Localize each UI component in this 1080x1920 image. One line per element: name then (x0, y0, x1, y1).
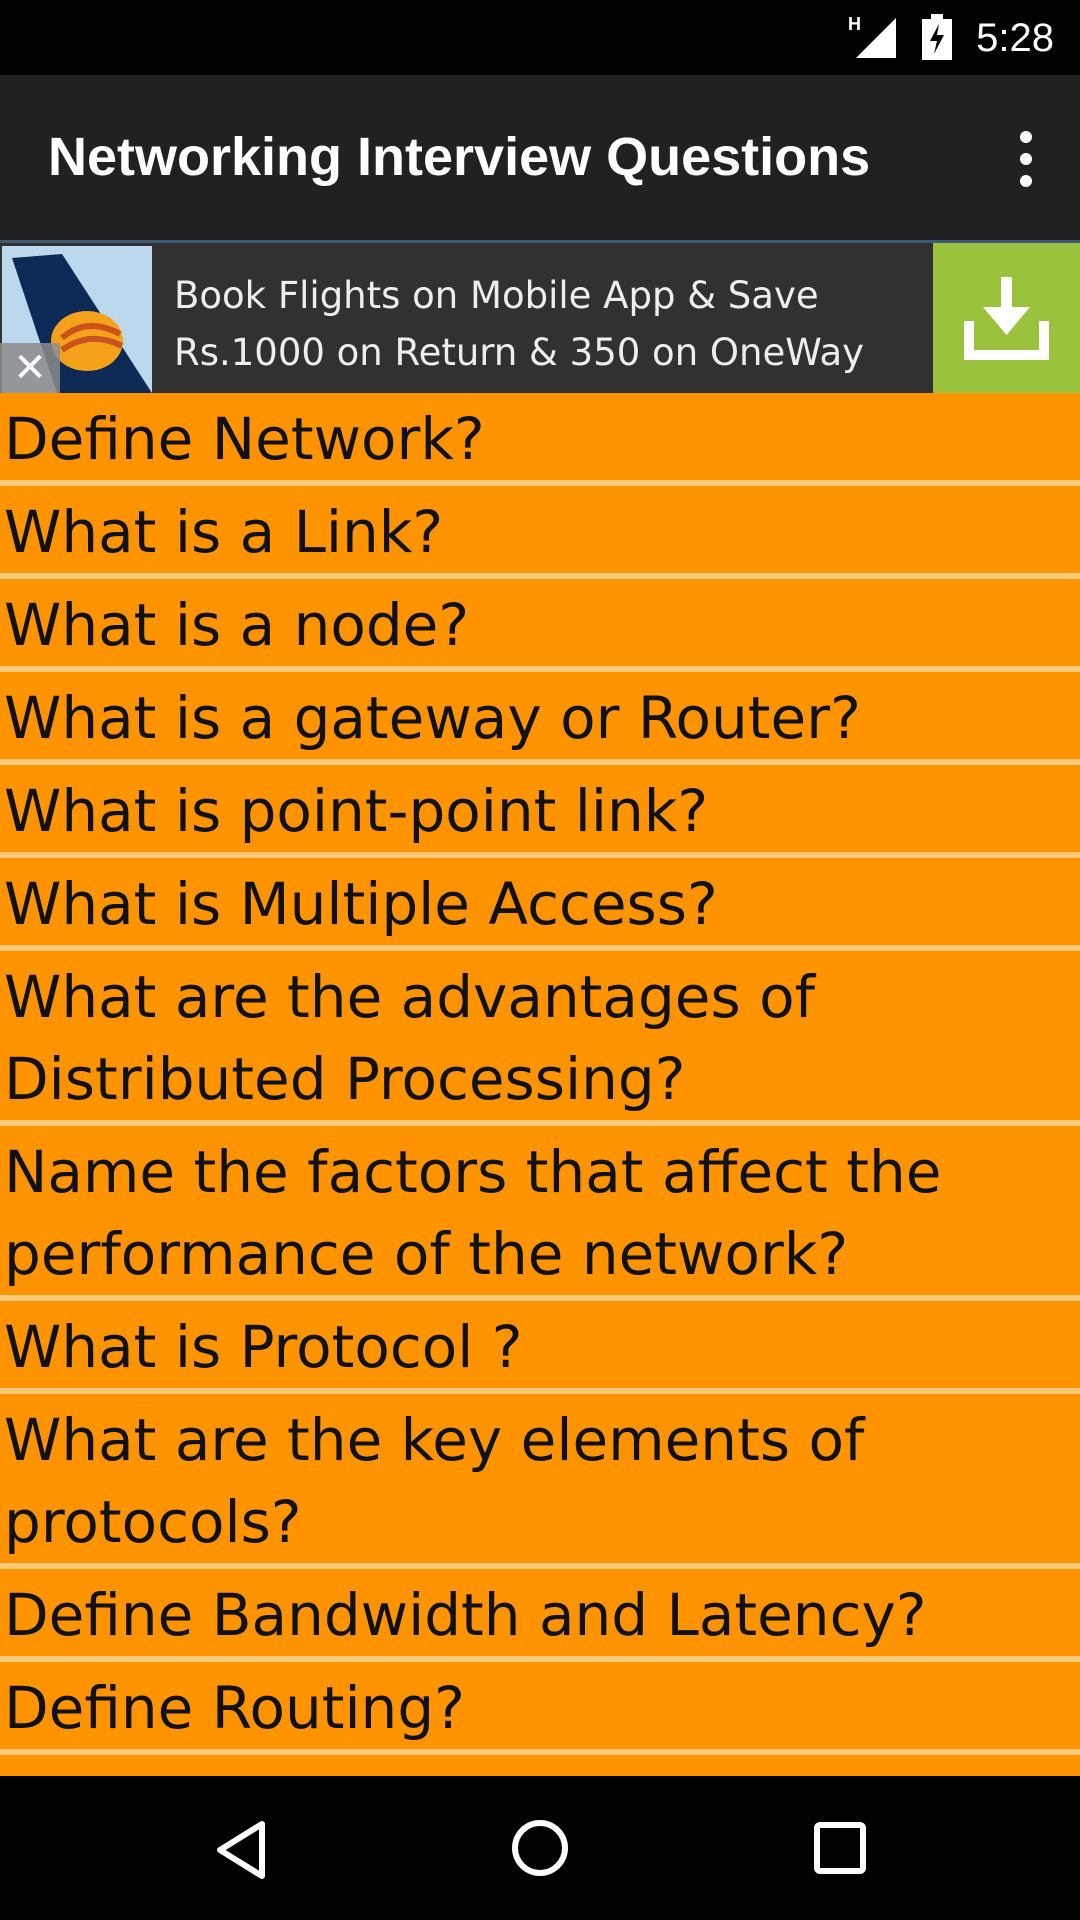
list-item[interactable]: What is point-point link? (0, 765, 1080, 852)
status-bar: H 5:28 (0, 0, 1080, 75)
ad-text[interactable]: Book Flights on Mobile App & Save Rs.100… (174, 267, 914, 381)
list-item[interactable]: Name the factors that affect the perform… (0, 1126, 1080, 1295)
app-bar: Networking Interview Questions (0, 75, 1080, 243)
back-triangle-icon[interactable] (212, 1818, 272, 1882)
list-item[interactable]: What are the advantages of Distributed P… (0, 951, 1080, 1120)
network-type-label: H (848, 14, 861, 34)
ad-text-line1: Book Flights on Mobile App & Save (174, 274, 819, 317)
home-circle-icon[interactable] (510, 1818, 570, 1878)
list-item[interactable]: What is Protocol ? (0, 1301, 1080, 1388)
ad-text-line2: Rs.1000 on Return & 350 on OneWay (174, 331, 865, 374)
list-item[interactable]: What is a node? (0, 579, 1080, 666)
list-item[interactable]: What is Multiple Access? (0, 858, 1080, 945)
ad-download-button[interactable] (933, 243, 1080, 393)
list-item[interactable]: What is Round Trip Time? (0, 1755, 1080, 1776)
app-title: Networking Interview Questions (48, 127, 871, 187)
ad-banner[interactable]: ✕ Book Flights on Mobile App & Save Rs.1… (0, 243, 1080, 393)
list-item[interactable]: What is a gateway or Router? (0, 672, 1080, 759)
list-item[interactable]: What are the key elements of protocols? (0, 1394, 1080, 1563)
question-list: Define Network? What is a Link? What is … (0, 393, 1080, 1776)
download-icon (964, 277, 1049, 360)
list-item[interactable]: Define Routing? (0, 1662, 1080, 1749)
more-vert-icon[interactable] (1006, 129, 1046, 189)
battery-charging-icon (922, 14, 952, 60)
list-item[interactable]: Define Bandwidth and Latency? (0, 1569, 1080, 1656)
recents-square-icon[interactable] (812, 1820, 868, 1876)
status-time: 5:28 (976, 16, 1054, 60)
ad-close-button[interactable]: ✕ (0, 343, 60, 393)
list-item[interactable]: Define Network? (0, 393, 1080, 480)
list-item[interactable]: What is a Link? (0, 486, 1080, 573)
navigation-bar (0, 1776, 1080, 1920)
signal-icon: H (848, 14, 896, 58)
